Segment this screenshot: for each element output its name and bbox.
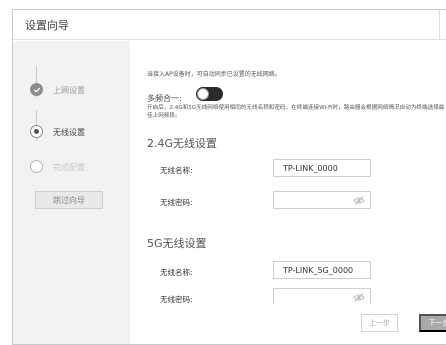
ssid-5g-label: 无线名称: [160, 268, 193, 277]
title-divider [439, 10, 440, 40]
password-24g-input[interactable] [273, 191, 371, 209]
sync-hint: 当接入AP设备时，可自动同步已设置的无线网络。 [147, 71, 281, 78]
wireless-settings-panel: 当接入AP设备时，可自动同步已设置的无线网络。 多频合一: 开启后，2.4G和5… [130, 41, 446, 344]
title-bar: 设置向导 [13, 10, 446, 40]
step-todo-dot-icon [30, 160, 43, 173]
step-label-network: 上网设置 [53, 86, 85, 95]
band-combine-toggle[interactable] [196, 87, 223, 101]
next-step-button[interactable]: 下一步 [419, 314, 446, 332]
step-current-dot-icon [30, 125, 43, 138]
hide-password-eye-icon[interactable] [353, 196, 365, 205]
password-5g-input[interactable] [273, 288, 371, 304]
section-title-5g: 5G无线设置 [147, 237, 207, 250]
password-5g-label: 无线密码: [160, 295, 193, 304]
band-combine-description: 开启后，2.4G和5G无线网络使用相同的无线名称和密码，在终端连接Wi-Fi时，… [147, 105, 445, 119]
step-label-finish: 完成配置 [53, 163, 85, 172]
window-title: 设置向导 [25, 19, 69, 32]
previous-step-button[interactable]: 上一步 [361, 314, 398, 332]
password-24g-label: 无线密码: [160, 198, 193, 207]
ssid-5g-input[interactable]: TP-LINK_5G_0000 [273, 261, 371, 279]
section-title-24g: 2.4G无线设置 [147, 137, 218, 150]
wizard-sidebar: 上网设置 无线设置 完成配置 跳过向导 [13, 41, 130, 344]
skip-wizard-button[interactable]: 跳过向导 [35, 191, 103, 209]
band-combine-label: 多频合一: [147, 94, 182, 103]
ssid-24g-input[interactable]: TP-LINK_0000 [273, 159, 371, 177]
setup-wizard-window: 设置向导 上网设置 无线设置 完成配置 跳过向导 当接入AP设备时，可自动同步已… [12, 9, 446, 345]
step-done-check-icon [30, 83, 43, 96]
step-label-wireless: 无线设置 [53, 128, 85, 137]
ssid-24g-label: 无线名称: [160, 166, 193, 175]
hide-password-eye-icon[interactable] [353, 293, 365, 302]
toggle-knob [197, 88, 209, 100]
